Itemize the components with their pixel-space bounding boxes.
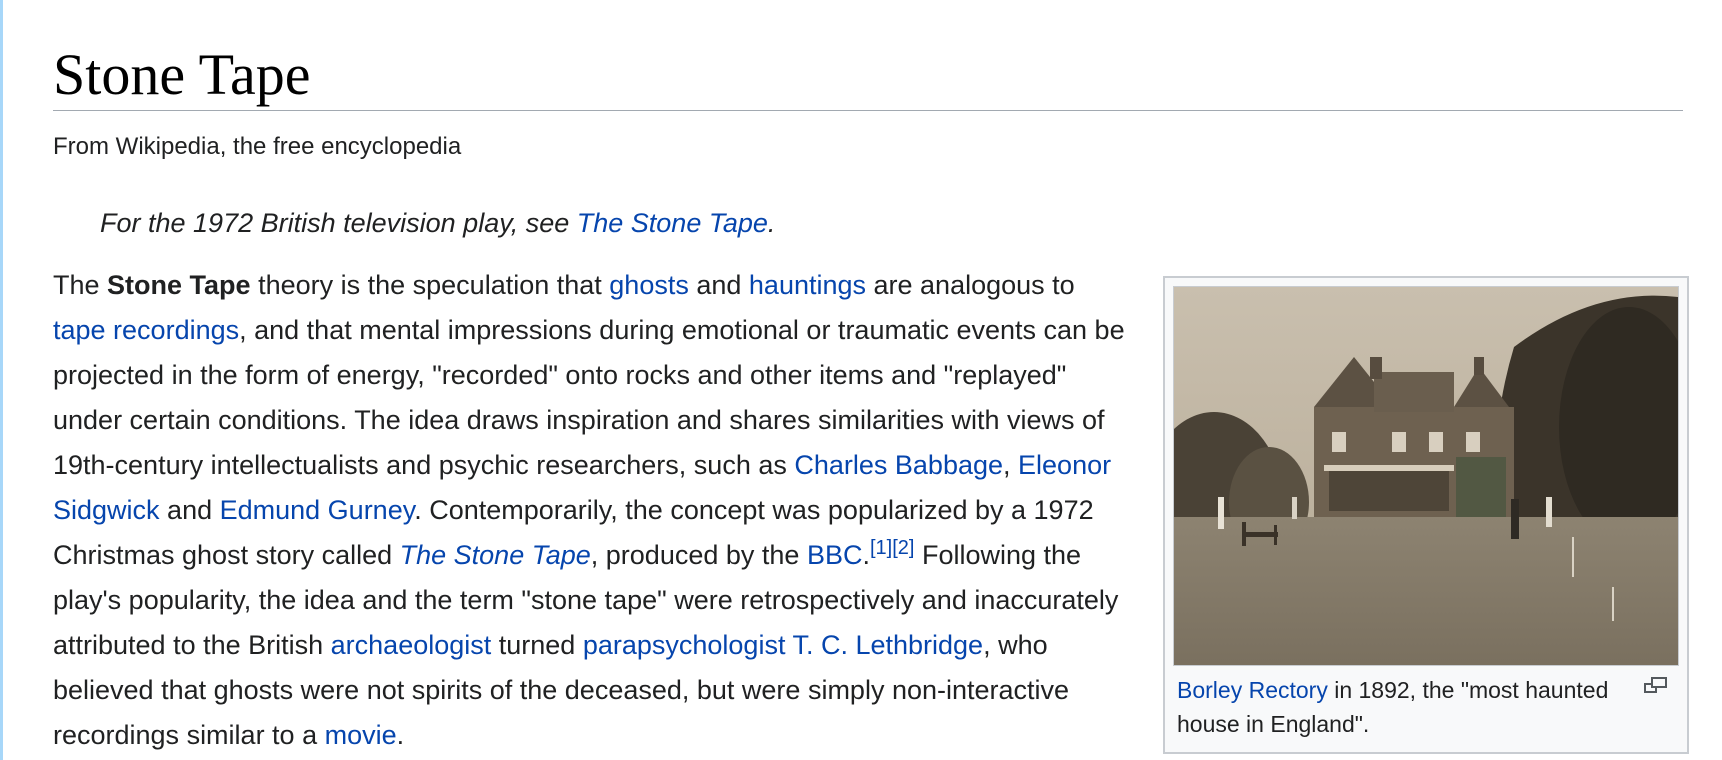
- link-movie[interactable]: movie: [325, 720, 397, 750]
- hatnote-suffix: .: [767, 208, 776, 238]
- borley-rectory-photo[interactable]: [1173, 286, 1679, 666]
- caption-link-borley-rectory[interactable]: Borley Rectory: [1177, 677, 1328, 703]
- hatnote: For the 1972 British television play, se…: [100, 206, 775, 240]
- link-the-stone-tape[interactable]: The Stone Tape: [400, 540, 591, 570]
- text-run: turned: [491, 630, 583, 660]
- link-bbc[interactable]: BBC: [807, 540, 863, 570]
- title-divider: [53, 110, 1683, 111]
- hatnote-link-the-stone-tape[interactable]: The Stone Tape: [577, 208, 768, 238]
- hatnote-text: For the 1972 British television play, se…: [100, 208, 577, 238]
- site-tagline: From Wikipedia, the free encyclopedia: [53, 133, 462, 160]
- link-hauntings[interactable]: hauntings: [749, 270, 866, 300]
- text-run: .: [862, 540, 870, 570]
- page-title: Stone Tape: [53, 42, 311, 107]
- text-run: ,: [1003, 450, 1019, 480]
- link-t-c-lethbridge[interactable]: T. C. Lethbridge: [792, 630, 983, 660]
- text-run: are analogous to: [866, 270, 1075, 300]
- article-page: Stone Tape From Wikipedia, the free ency…: [0, 0, 1722, 760]
- link-parapsychologist[interactable]: parapsychologist: [583, 630, 786, 660]
- link-ghosts[interactable]: ghosts: [609, 270, 689, 300]
- reference-1[interactable]: [1]: [870, 537, 892, 559]
- link-charles-babbage[interactable]: Charles Babbage: [794, 450, 1003, 480]
- bold-term: Stone Tape: [107, 270, 251, 300]
- text-run: and: [688, 270, 749, 300]
- reference-2[interactable]: [2]: [892, 537, 914, 559]
- text-run: theory is the speculation that: [250, 270, 610, 300]
- text-run: , produced by the: [590, 540, 807, 570]
- text-run: The: [53, 270, 108, 300]
- link-edmund-gurney[interactable]: Edmund Gurney: [220, 495, 415, 525]
- text-run: .: [396, 720, 405, 750]
- magnify-icon[interactable]: [1643, 676, 1669, 696]
- link-tape-recordings[interactable]: tape recordings: [53, 315, 239, 345]
- lead-paragraph: The Stone Tape theory is the speculation…: [53, 263, 1133, 758]
- link-archaeologist[interactable]: archaeologist: [331, 630, 492, 660]
- text-run: and: [159, 495, 220, 525]
- photo-caption: Borley Rectory in 1892, the "most haunte…: [1177, 673, 1637, 741]
- infobox-thumbnail: Borley Rectory in 1892, the "most haunte…: [1163, 276, 1689, 754]
